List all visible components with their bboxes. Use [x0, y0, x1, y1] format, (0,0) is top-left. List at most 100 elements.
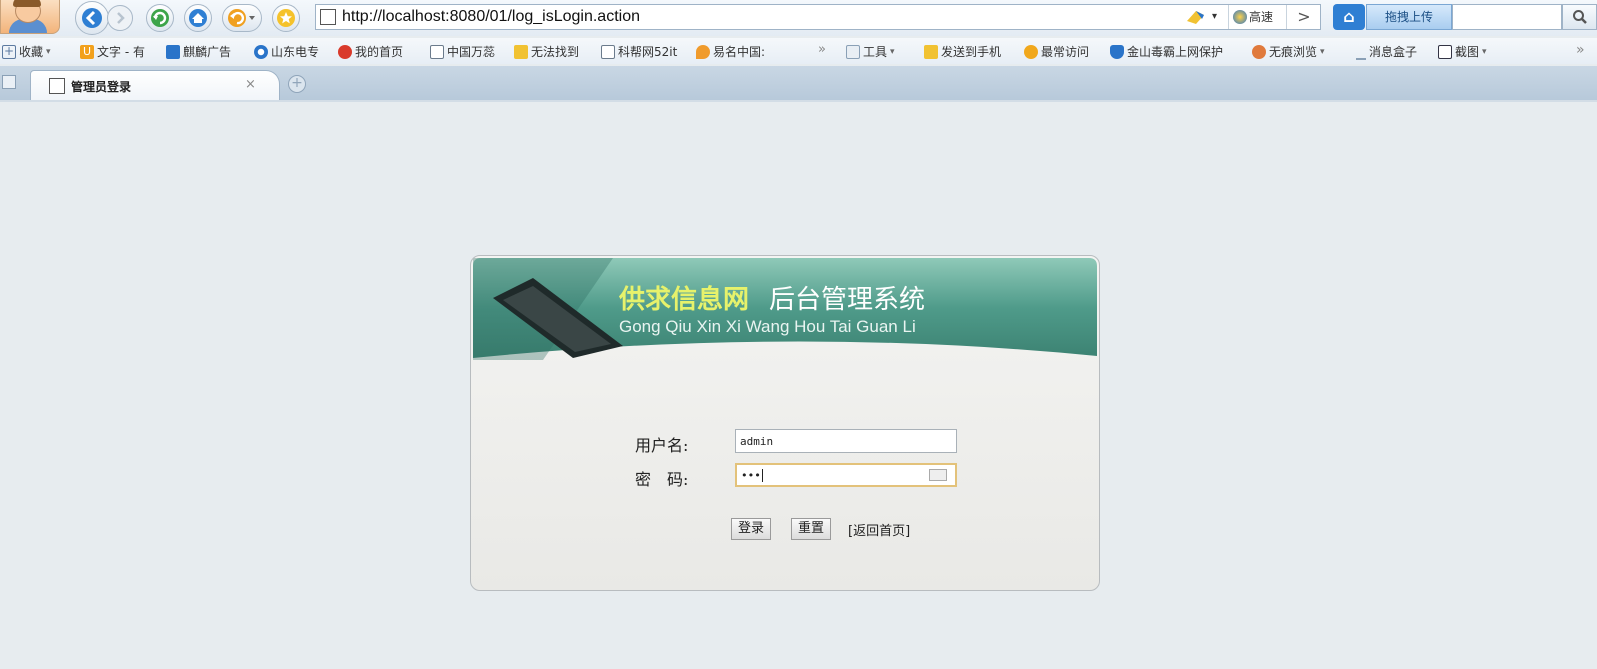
message-icon — [1356, 44, 1366, 60]
browser-toolbar: http://localhost:8080/01/log_isLogin.act… — [0, 0, 1597, 36]
bookmark-item[interactable]: 我的首页 — [338, 43, 403, 60]
banner-title: 后台管理系统 — [769, 285, 925, 315]
password-label: 密 码: — [635, 470, 689, 489]
private-browsing[interactable]: 无痕浏览 ▾ — [1252, 43, 1325, 60]
text-caret — [761, 469, 763, 482]
chevron-down-icon: ▾ — [1320, 46, 1325, 57]
send-icon — [924, 44, 938, 59]
compatibility-icon[interactable] — [1184, 7, 1208, 27]
send-to-phone[interactable]: 发送到手机 — [924, 43, 1001, 60]
search-input[interactable] — [1452, 4, 1562, 30]
tools-menu[interactable]: 工具 ▾ — [846, 43, 895, 60]
tab-admin-login[interactable]: 管理员登录 × — [30, 70, 280, 100]
message-box[interactable]: 消息盒子 — [1356, 43, 1417, 60]
bookmark-label: 科帮网52it — [618, 45, 678, 59]
username-input[interactable] — [735, 429, 957, 453]
bookmark-item[interactable]: 易名中国: — [696, 43, 765, 60]
login-button[interactable]: 登录 — [731, 518, 772, 540]
address-bar[interactable]: http://localhost:8080/01/log_isLogin.act… — [315, 4, 1321, 30]
bookmark-item[interactable]: 山东电专 — [254, 43, 319, 60]
home-icon — [189, 9, 207, 27]
tab-bar: 管理员登录 × + — [0, 66, 1597, 100]
bookmarks-bar: + 收藏 ▾ U 文字 - 有 麒麟广告 山东电专 我的首页 中国万蕊 无法找到… — [0, 38, 1597, 64]
content-divider — [0, 100, 1597, 102]
favorite-button[interactable] — [272, 4, 300, 32]
mask-icon — [1252, 44, 1266, 59]
page-icon — [601, 44, 615, 59]
avatar-hair — [13, 0, 41, 7]
back-button[interactable] — [75, 1, 109, 35]
bookmark-item[interactable]: U 文字 - 有 — [80, 43, 145, 60]
username-label: 用户名: — [635, 436, 689, 455]
user-avatar[interactable] — [0, 0, 60, 34]
bookmark-label: 工具 — [863, 45, 888, 59]
page-icon — [49, 78, 65, 94]
bookmark-item[interactable]: 中国万蕊 — [430, 43, 495, 60]
reset-button[interactable]: 重置 — [791, 518, 832, 540]
chevron-down-icon: ▾ — [46, 46, 51, 57]
screenshot-tool[interactable]: 截图 ▾ — [1438, 43, 1487, 60]
new-tab-button[interactable]: + — [288, 75, 306, 93]
flame-icon — [696, 44, 710, 59]
bookmark-label: 收藏 — [19, 45, 44, 59]
home-button[interactable] — [184, 4, 212, 32]
toolbar-overflow-chevron-icon[interactable]: » — [1576, 42, 1585, 58]
password-input[interactable]: ••• — [735, 463, 957, 487]
bookmark-label: 山东电专 — [271, 45, 320, 59]
tab-title: 管理员登录 — [71, 80, 132, 94]
password-mask: ••• — [741, 469, 761, 482]
bookmark-label: 发送到手机 — [941, 45, 1002, 59]
banner-title-highlight: 供求信息网 — [618, 284, 749, 315]
bookmark-label: 文字 - 有 — [97, 45, 145, 59]
upload-button[interactable]: 拖拽上传 — [1366, 4, 1452, 30]
bookmark-label: 易名中国: — [713, 45, 766, 59]
speed-icon — [1233, 10, 1247, 24]
most-visited[interactable]: 最常访问 — [1024, 43, 1089, 60]
undo-icon — [228, 9, 255, 27]
keyboard-icon[interactable] — [929, 469, 947, 481]
url-text[interactable]: http://localhost:8080/01/log_isLogin.act… — [342, 8, 640, 26]
refresh-icon — [151, 9, 169, 27]
back-arrow-icon — [82, 8, 102, 28]
bookmark-label: 麒麟广告 — [183, 45, 232, 59]
bookmark-label: 截图 — [1455, 45, 1480, 59]
clock-icon — [1024, 44, 1038, 59]
sidebar-toggle-icon[interactable] — [2, 75, 16, 89]
back-home-link[interactable]: [返回首页] — [848, 520, 910, 539]
undo-close-button[interactable] — [222, 4, 262, 32]
bookmark-label: 我的首页 — [355, 45, 404, 59]
bookmark-label: 无痕浏览 — [1269, 45, 1318, 59]
go-button[interactable]: > — [1286, 5, 1321, 29]
bookmark-label: 金山毒霸上网保护 — [1127, 45, 1224, 59]
refresh-button[interactable] — [146, 4, 174, 32]
cloud-upload-icon[interactable]: ⌂ — [1333, 4, 1365, 30]
login-panel: 供求信息网 后台管理系统 Gong Qiu Xin Xi Wang Hou Ta… — [470, 255, 1100, 591]
scissors-icon — [1438, 44, 1452, 59]
login-banner: 供求信息网 后台管理系统 Gong Qiu Xin Xi Wang Hou Ta… — [473, 258, 1097, 360]
bookmark-label: 无法找到 — [531, 45, 580, 59]
bookmark-item[interactable]: 科帮网52it — [601, 43, 677, 60]
tab-close-icon[interactable]: × — [245, 77, 256, 92]
star-icon — [277, 9, 295, 27]
ad-icon — [166, 44, 180, 59]
bookmark-item[interactable]: 无法找到 — [514, 43, 579, 60]
bookmark-label: 消息盒子 — [1369, 45, 1418, 59]
toolbox-icon — [846, 44, 860, 59]
speed-mode-button[interactable]: 高速 — [1233, 8, 1273, 25]
more-bookmarks-chevron-icon[interactable]: » — [818, 42, 826, 57]
search-button[interactable] — [1562, 4, 1597, 30]
bookmark-favorites[interactable]: + 收藏 ▾ — [2, 43, 51, 60]
bookmark-label: 最常访问 — [1041, 45, 1090, 59]
plus-icon: + — [2, 43, 16, 59]
chevron-down-icon[interactable]: ▾ — [1212, 11, 1217, 22]
u-icon: U — [80, 44, 94, 59]
forward-button[interactable] — [107, 5, 133, 31]
page-icon — [320, 9, 336, 25]
bookmark-item[interactable]: 麒麟广告 — [166, 43, 231, 60]
bookmark-label: 中国万蕊 — [447, 45, 496, 59]
search-icon — [1572, 10, 1587, 24]
banner-subtitle: Gong Qiu Xin Xi Wang Hou Tai Guan Li — [619, 317, 916, 336]
duba-protection[interactable]: 金山毒霸上网保护 — [1110, 43, 1223, 60]
shield-icon — [1110, 44, 1124, 59]
address-separator — [1228, 5, 1229, 29]
